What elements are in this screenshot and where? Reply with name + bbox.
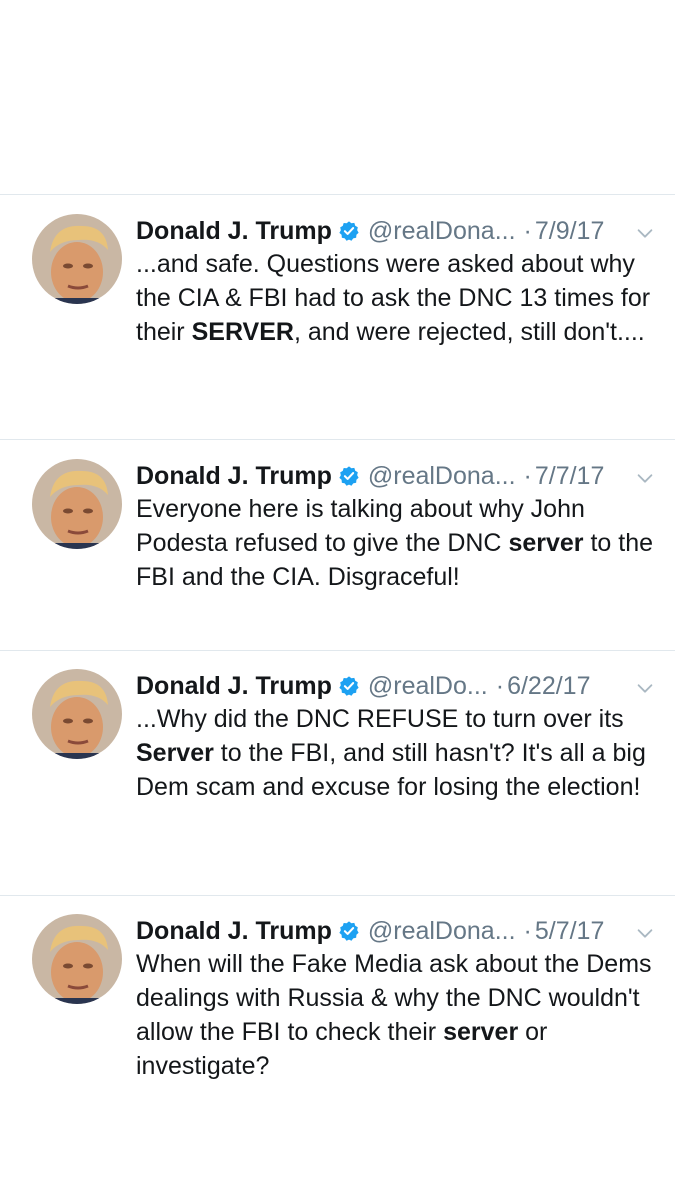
tweet-divider	[0, 439, 675, 440]
tweet-header: Donald J. Trump @realDona... · 5/7/17	[136, 914, 656, 948]
tweet-text-bold: SERVER	[191, 318, 294, 346]
verified-badge-icon	[339, 921, 359, 941]
avatar[interactable]	[32, 214, 122, 304]
tweet-text-segment: When will the Fake Media ask about the D…	[136, 950, 652, 1046]
tweet-text-segment: , and were rejected, still don't....	[293, 318, 645, 346]
tweet-text-bold: server	[508, 529, 584, 557]
chevron-down-icon[interactable]	[634, 467, 656, 489]
tweet-text-bold: Server	[136, 739, 214, 767]
author-name[interactable]: Donald J. Trump	[136, 217, 332, 245]
separator-dot: ·	[523, 462, 532, 490]
chevron-down-icon[interactable]	[634, 222, 656, 244]
author-handle[interactable]: @realDo...	[368, 672, 488, 700]
tweet-text: ...and safe. Questions were asked about …	[136, 247, 656, 349]
tweet-header: Donald J. Trump @realDona... · 7/9/17	[136, 214, 656, 248]
tweet-divider	[0, 194, 675, 195]
tweet-date[interactable]: 6/22/17	[507, 672, 590, 700]
tweet-date[interactable]: 5/7/17	[535, 917, 605, 945]
tweet-date[interactable]: 7/7/17	[535, 462, 605, 490]
tweet-date[interactable]: 7/9/17	[535, 217, 605, 245]
verified-badge-icon	[339, 466, 359, 486]
verified-badge-icon	[339, 676, 359, 696]
tweet-divider	[0, 895, 675, 896]
tweet-text-segment: ...Why did the DNC REFUSE to turn over i…	[136, 705, 624, 733]
avatar[interactable]	[32, 914, 122, 1004]
tweet-divider	[0, 650, 675, 651]
verified-badge-icon	[339, 221, 359, 241]
author-handle[interactable]: @realDona...	[368, 217, 516, 245]
separator-dot: ·	[495, 672, 505, 700]
separator-dot: ·	[523, 917, 532, 945]
author-handle[interactable]: @realDona...	[368, 462, 516, 490]
tweet-text-bold: server	[443, 1018, 519, 1046]
separator-dot: ·	[523, 217, 532, 245]
tweet-text: Everyone here is talking about why John …	[136, 492, 656, 594]
chevron-down-icon[interactable]	[634, 922, 656, 944]
tweet-text: When will the Fake Media ask about the D…	[136, 947, 656, 1083]
author-name[interactable]: Donald J. Trump	[136, 462, 332, 490]
author-name[interactable]: Donald J. Trump	[136, 917, 332, 945]
tweet-header: Donald J. Trump @realDo... · 6/22/17	[136, 669, 656, 703]
avatar[interactable]	[32, 459, 122, 549]
chevron-down-icon[interactable]	[634, 677, 656, 699]
author-handle[interactable]: @realDona...	[368, 917, 516, 945]
tweet-header: Donald J. Trump @realDona... · 7/7/17	[136, 459, 656, 493]
avatar[interactable]	[32, 669, 122, 759]
author-name[interactable]: Donald J. Trump	[136, 672, 332, 700]
tweet-text: ...Why did the DNC REFUSE to turn over i…	[136, 702, 656, 804]
